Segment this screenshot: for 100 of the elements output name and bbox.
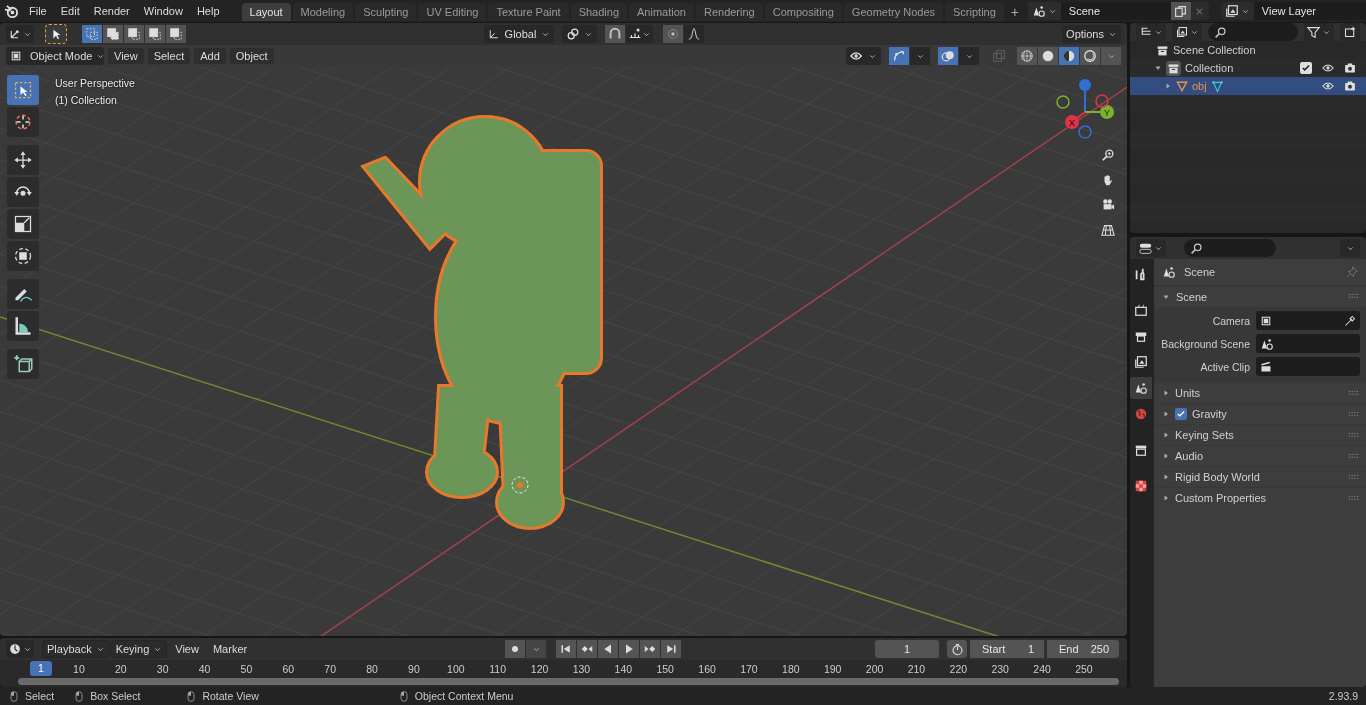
panel-title[interactable]: Units: [1175, 387, 1201, 399]
selection-mode-button[interactable]: [166, 25, 186, 43]
end-frame-field[interactable]: End 250: [1047, 640, 1119, 658]
panel-title[interactable]: Rigid Body World: [1175, 471, 1260, 483]
new-collection-button[interactable]: [1340, 23, 1360, 41]
toolbar-tool-button[interactable]: [7, 349, 39, 379]
workspace-tab[interactable]: UV Editing: [418, 3, 487, 21]
outliner-search-field[interactable]: [1208, 23, 1298, 41]
panel-title[interactable]: Scene: [1176, 290, 1208, 303]
record-button[interactable]: [505, 640, 526, 658]
toolbar-tool-button[interactable]: [7, 279, 39, 309]
timeline-menu[interactable]: View: [169, 641, 205, 657]
options-dropdown[interactable]: Options: [1062, 25, 1121, 43]
timeline-menu-dropdown[interactable]: Keying: [110, 640, 168, 658]
playhead-frame[interactable]: 1: [30, 661, 52, 676]
current-frame-field[interactable]: 1: [875, 640, 939, 658]
panel-title[interactable]: Keying Sets: [1175, 429, 1234, 441]
workspace-tab[interactable]: Scripting: [945, 3, 1004, 21]
camera-icon: [1344, 62, 1356, 74]
toolbar-tool-button[interactable]: [7, 241, 39, 271]
active-tool-button[interactable]: [46, 25, 66, 43]
visibility-toggle[interactable]: [1322, 62, 1334, 74]
add-workspace-button[interactable]: +: [1005, 3, 1024, 21]
viewport-menu[interactable]: Object: [229, 48, 274, 64]
workspace-tab[interactable]: Geometry Nodes: [843, 3, 943, 21]
playback-button[interactable]: [661, 640, 682, 658]
visibility-dropdown[interactable]: [846, 47, 881, 65]
timeline-menu-dropdown[interactable]: Playback: [42, 640, 110, 658]
filter-dropdown[interactable]: [1304, 23, 1334, 41]
properties-search-field[interactable]: [1184, 239, 1276, 257]
editor-type-button[interactable]: [6, 640, 34, 658]
falloff-dropdown[interactable]: [684, 25, 704, 43]
shading-mode-button[interactable]: [1080, 47, 1100, 65]
field-input[interactable]: [1256, 311, 1360, 330]
gizmo-toggle[interactable]: [889, 47, 909, 65]
timeline-scrollbar[interactable]: [18, 678, 1119, 685]
field-input[interactable]: [1256, 357, 1360, 376]
workspace-tab[interactable]: Modeling: [292, 3, 354, 21]
toolbar-tool-button[interactable]: [7, 107, 39, 137]
shading-mode-button[interactable]: [1038, 47, 1058, 65]
proportional-edit-toggle[interactable]: [663, 25, 683, 43]
shading-mode-button[interactable]: [1017, 47, 1037, 65]
visibility-toggle[interactable]: [1322, 80, 1334, 92]
panel-title[interactable]: Custom Properties: [1175, 492, 1267, 504]
menu-item[interactable]: Render: [87, 3, 136, 19]
toolbar-tool-button[interactable]: [7, 209, 39, 239]
toolbar-tool-button[interactable]: [7, 311, 39, 341]
playback-button[interactable]: [619, 640, 640, 658]
menu-item[interactable]: File: [23, 3, 53, 19]
editor-type-button[interactable]: [6, 25, 34, 43]
toolbar-tool-button[interactable]: [7, 145, 39, 175]
menu-item[interactable]: Window: [137, 3, 189, 19]
render-toggle[interactable]: [1344, 80, 1356, 92]
workspace-tab[interactable]: Shading: [570, 3, 628, 21]
panel-title[interactable]: Audio: [1175, 450, 1204, 462]
new-scene-button[interactable]: [1170, 2, 1191, 20]
workspace-tab[interactable]: Rendering: [695, 3, 763, 21]
pivot-point-dropdown[interactable]: [562, 25, 597, 43]
workspace-tab[interactable]: Sculpting: [355, 3, 417, 21]
playback-button[interactable]: [556, 640, 577, 658]
menu-item[interactable]: Help: [190, 3, 226, 19]
workspace-tab[interactable]: Layout: [241, 3, 291, 21]
transform-orientation-dropdown[interactable]: Global: [484, 25, 554, 43]
timeline-menu[interactable]: Marker: [206, 641, 254, 657]
selection-mode-button[interactable]: [103, 25, 123, 43]
view-layer-selector-button[interactable]: [1220, 2, 1254, 20]
viewport-menu[interactable]: View: [108, 48, 144, 64]
snap-toggle[interactable]: [605, 25, 625, 43]
workspace-tab[interactable]: Animation: [629, 3, 694, 21]
playback-button[interactable]: [577, 640, 598, 658]
field-input[interactable]: [1256, 334, 1360, 353]
display-mode-dropdown[interactable]: [1172, 23, 1202, 41]
exclude-checkbox[interactable]: [1300, 62, 1312, 74]
viewport-menu[interactable]: Add: [194, 48, 226, 64]
viewport-menu[interactable]: Select: [147, 48, 191, 64]
workspace-tab[interactable]: Compositing: [764, 3, 842, 21]
editor-type-button[interactable]: [1136, 239, 1166, 257]
panel-title[interactable]: Gravity: [1192, 408, 1227, 420]
shading-mode-button[interactable]: [1059, 47, 1079, 65]
panel-checkbox[interactable]: [1175, 408, 1187, 420]
mode-dropdown[interactable]: Object Mode: [6, 47, 104, 65]
overlay-toggle[interactable]: [938, 47, 958, 65]
snap-target-dropdown[interactable]: [626, 25, 653, 43]
selection-mode-button[interactable]: [124, 25, 144, 43]
preview-range-toggle[interactable]: [947, 640, 967, 658]
start-frame-field[interactable]: Start 1: [970, 640, 1044, 658]
navigation-gizmo[interactable]: X Y: [1050, 77, 1120, 147]
outliner-row[interactable]: Scene Collection: [1130, 41, 1366, 59]
selection-mode-button[interactable]: [145, 25, 165, 43]
scene-name-field[interactable]: Scene: [1060, 2, 1171, 20]
editor-type-button[interactable]: [1136, 23, 1166, 41]
workspace-tab[interactable]: Texture Paint: [488, 3, 569, 21]
playback-button[interactable]: [640, 640, 661, 658]
render-toggle[interactable]: [1344, 62, 1356, 74]
view-layer-name-field[interactable]: View Layer: [1253, 2, 1366, 20]
playback-button[interactable]: [598, 640, 619, 658]
toolbar-tool-button[interactable]: [7, 177, 39, 207]
properties-tab[interactable]: [1130, 377, 1152, 399]
menu-item[interactable]: Edit: [54, 3, 86, 19]
scene-selector-button[interactable]: [1027, 2, 1061, 20]
